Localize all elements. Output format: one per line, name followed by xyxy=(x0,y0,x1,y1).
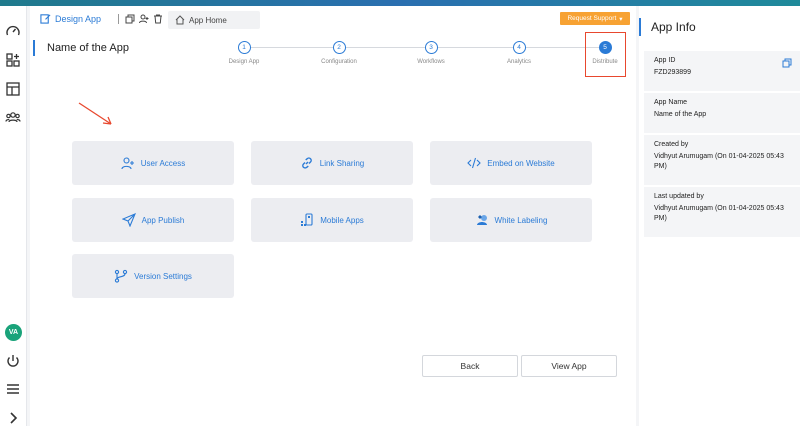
chevron-down-icon: ▾ xyxy=(619,15,623,23)
design-app-link[interactable]: Design App xyxy=(40,13,101,24)
send-icon xyxy=(121,213,136,227)
main-content: Design App App Home Request Support ▾ Na… xyxy=(30,6,636,426)
tile-link-sharing[interactable]: Link Sharing xyxy=(251,141,413,185)
user-add-icon[interactable] xyxy=(139,14,149,24)
step-design-app[interactable]: 1 Design App xyxy=(214,41,274,65)
home-icon xyxy=(175,15,185,25)
copy-icon[interactable] xyxy=(125,14,135,24)
tile-mobile-apps[interactable]: Mobile Apps xyxy=(251,198,413,242)
tile-white-labeling[interactable]: White Labeling xyxy=(430,198,592,242)
trash-icon[interactable] xyxy=(153,14,163,24)
tile-version-settings[interactable]: Version Settings xyxy=(72,254,234,298)
mobile-apps-icon xyxy=(301,213,313,226)
design-app-label: Design App xyxy=(55,13,102,24)
white-label-icon xyxy=(476,215,487,225)
layout-icon[interactable] xyxy=(5,81,21,97)
step-highlight-box xyxy=(585,32,626,77)
annotation-arrow-icon xyxy=(78,102,112,125)
branch-icon xyxy=(114,269,128,283)
user-add-icon xyxy=(121,157,134,170)
panel-title: App Info xyxy=(651,20,696,34)
step-analytics[interactable]: 4 Analytics xyxy=(489,41,549,65)
power-icon[interactable] xyxy=(5,353,21,369)
title-accent xyxy=(33,40,35,56)
field-last-updated-by: Last updated by Vidhyut Arumugam (On 01-… xyxy=(644,187,800,237)
chevron-right-icon[interactable] xyxy=(5,410,21,426)
panel-accent xyxy=(639,18,641,36)
tile-app-publish[interactable]: App Publish xyxy=(72,198,234,242)
app-home-label: App Home xyxy=(189,15,227,25)
speedometer-icon[interactable] xyxy=(5,23,21,39)
left-rail: VA xyxy=(0,6,27,426)
app-home-tab[interactable]: App Home xyxy=(168,11,260,29)
step-workflows[interactable]: 3 Workflows xyxy=(401,41,461,65)
top-toolbar: Design App App Home Request Support ▾ xyxy=(30,6,636,34)
page-title: Name of the App xyxy=(47,42,129,54)
view-app-button[interactable]: View App xyxy=(521,355,617,377)
menu-icon[interactable] xyxy=(5,381,21,397)
app-info-panel: App Info App ID FZD293899 App Name Name … xyxy=(639,6,800,426)
request-support-button[interactable]: Request Support ▾ xyxy=(560,12,630,25)
code-icon xyxy=(467,157,482,169)
toolbar-icons xyxy=(118,14,163,24)
field-created-by: Created by Vidhyut Arumugam (On 01-04-20… xyxy=(644,135,800,185)
step-configuration[interactable]: 2 Configuration xyxy=(309,41,369,65)
copy-icon[interactable] xyxy=(782,58,792,68)
apps-add-icon[interactable] xyxy=(5,52,21,68)
link-icon xyxy=(301,157,312,169)
tile-embed-on-website[interactable]: Embed on Website xyxy=(430,141,592,185)
edit-icon xyxy=(40,14,51,24)
field-app-name: App Name Name of the App xyxy=(644,93,800,133)
users-icon[interactable] xyxy=(5,109,21,125)
back-button[interactable]: Back xyxy=(422,355,518,377)
tile-user-access[interactable]: User Access xyxy=(72,141,234,185)
field-app-id: App ID FZD293899 xyxy=(644,51,800,91)
avatar[interactable]: VA xyxy=(5,324,22,341)
